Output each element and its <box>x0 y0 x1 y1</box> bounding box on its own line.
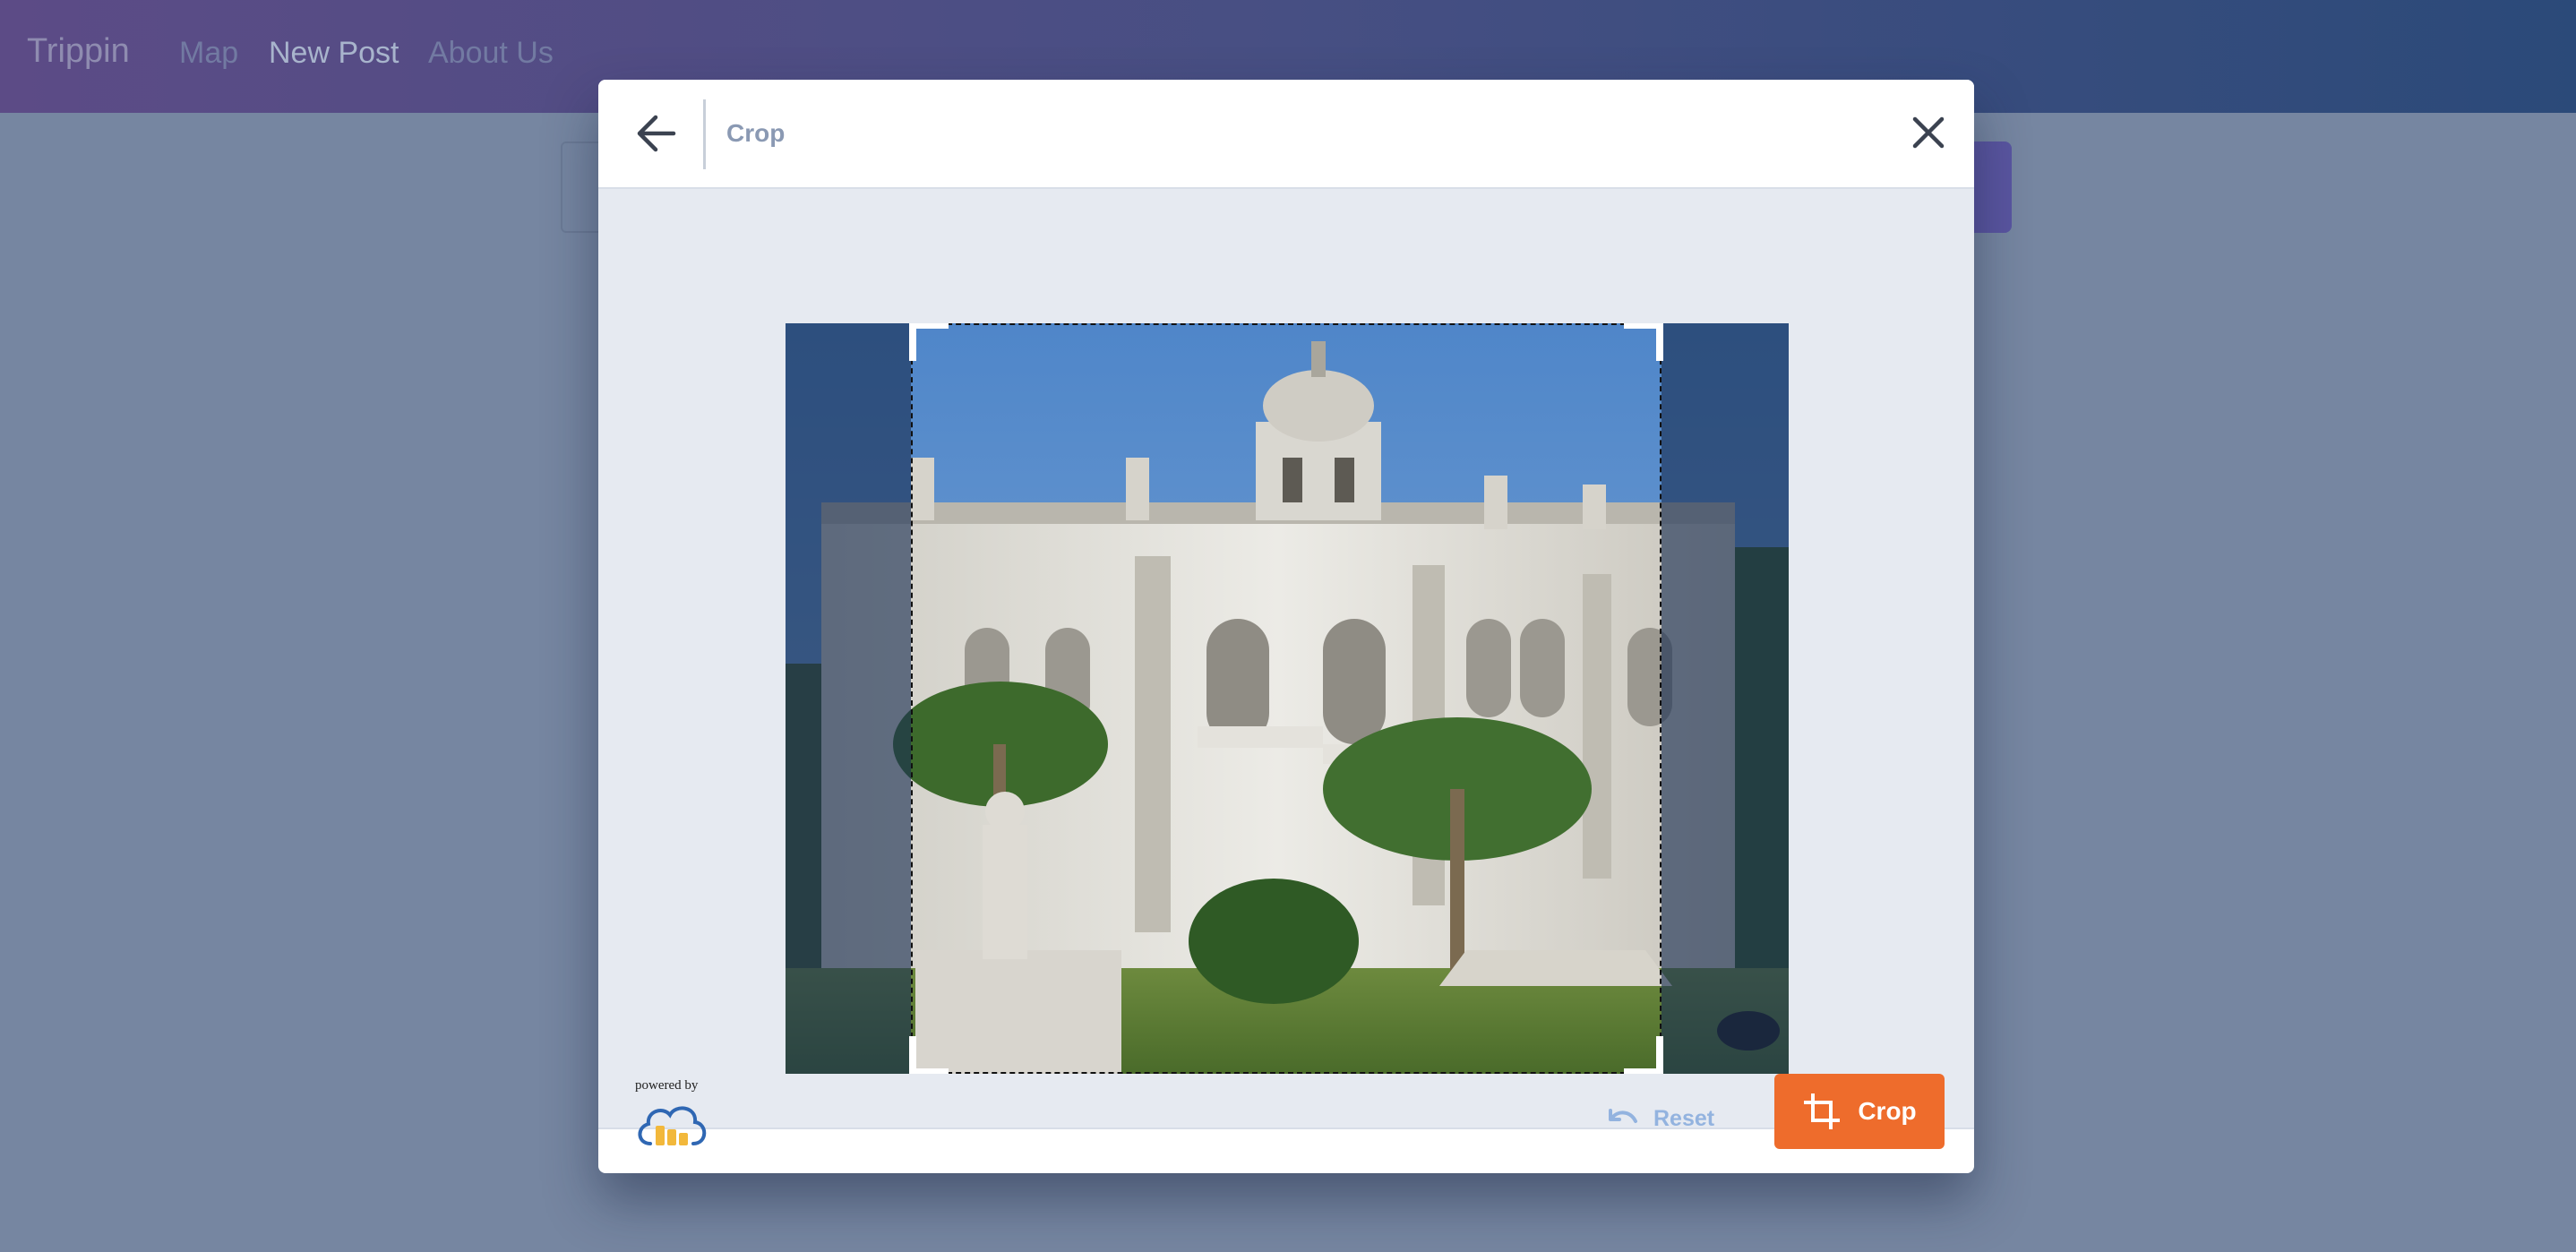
modal-header: Crop <box>598 80 1974 189</box>
crop-label: Crop <box>1858 1097 1917 1125</box>
crop-handle-bottom-right[interactable] <box>1624 1036 1663 1074</box>
brand-logo[interactable]: Trippin <box>27 32 130 71</box>
image-stage[interactable] <box>786 323 1789 1074</box>
crop-area <box>598 189 1974 1129</box>
nav-link-map[interactable]: Map <box>179 36 238 71</box>
nav-link-about-us[interactable]: About Us <box>428 36 554 71</box>
close-button[interactable] <box>1906 110 1951 155</box>
modal-title: Crop <box>726 119 786 147</box>
crop-handle-bottom-left[interactable] <box>909 1036 949 1074</box>
powered-by-label: powered by <box>635 1078 699 1093</box>
arrow-left-icon <box>637 115 676 152</box>
crop-icon <box>1804 1093 1841 1129</box>
crop-selection-box[interactable] <box>909 323 1663 1074</box>
crop-handle-top-left[interactable] <box>909 323 949 361</box>
crop-modal: Crop powered by Reset Crop <box>598 80 1974 1173</box>
crop-mask-left <box>786 323 911 1074</box>
undo-icon <box>1609 1109 1637 1123</box>
close-icon <box>1912 116 1945 149</box>
crop-handle-top-right[interactable] <box>1624 323 1663 361</box>
cloudinary-logo-icon <box>638 1106 707 1145</box>
header-divider <box>703 99 706 169</box>
nav-link-new-post[interactable]: New Post <box>269 36 399 71</box>
back-button[interactable] <box>631 107 684 160</box>
reset-button[interactable]: Reset <box>1607 1092 1723 1145</box>
crop-mask-right <box>1662 323 1789 1074</box>
crop-button[interactable]: Crop <box>1774 1074 1945 1149</box>
reset-label: Reset <box>1653 1105 1715 1131</box>
